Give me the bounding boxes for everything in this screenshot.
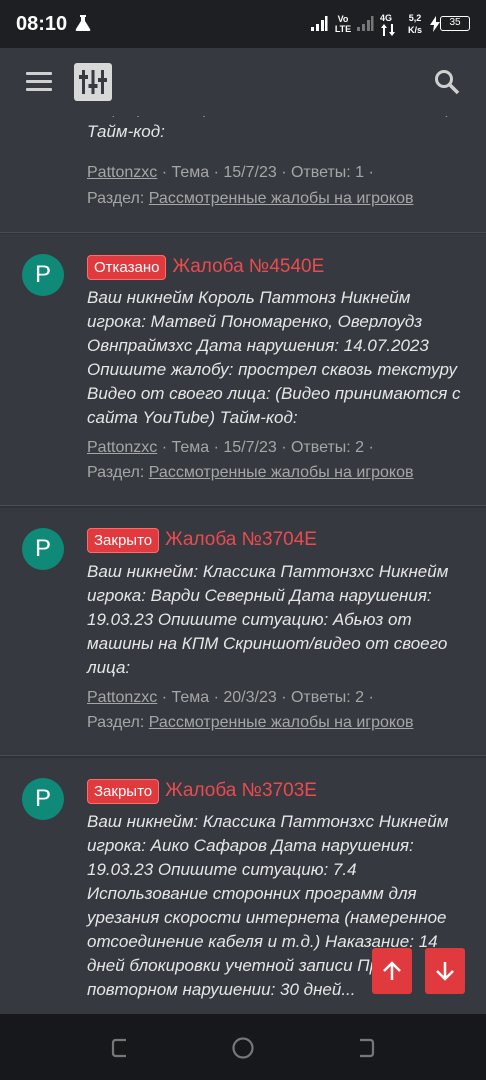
section-link[interactable]: Рассмотренные жалобы на игроков	[149, 190, 414, 207]
status-badge: Отказано	[87, 254, 167, 280]
thread-item[interactable]: P Закрыто Жалоба №3703Е Ваш никнейм: Кла…	[0, 758, 486, 1014]
thread-section: Раздел: Рассмотренные жалобы на игроков	[87, 190, 413, 208]
flask-icon	[75, 15, 91, 31]
thread-title-line: Закрыто Жалоба №3703Е	[87, 778, 317, 804]
speed-value: 5,2	[408, 13, 422, 23]
thread-section: Раздел: Рассмотренные жалобы на игроков	[87, 464, 413, 482]
section-link[interactable]: Рассмотренные жалобы на игроков	[149, 714, 414, 731]
speed-unit: K/s	[407, 25, 422, 35]
arrow-up-icon	[383, 961, 401, 980]
thread-snippet: лица: (Видео принимаются с сайта YouTube…	[87, 116, 453, 141]
home-icon[interactable]	[231, 1036, 255, 1060]
thread-title[interactable]: Жалоба №4540Е	[172, 256, 324, 278]
status-badge: Закрыто	[87, 778, 160, 804]
recents-icon[interactable]	[110, 1036, 134, 1060]
data-arrows-icon	[381, 24, 395, 36]
section-label: Раздел:	[87, 464, 145, 481]
author-link[interactable]: Pattonzxc	[87, 689, 157, 706]
avatar[interactable]: P	[22, 778, 64, 820]
scroll-up-button[interactable]	[372, 948, 412, 994]
app-bar	[0, 48, 486, 116]
status-time: 08:10	[16, 13, 68, 35]
thread-item-partial[interactable]: лица: (Видео принимаются с сайта YouTube…	[0, 116, 486, 233]
thread-date: 20/3/23	[223, 689, 277, 706]
thread-date: 15/7/23	[223, 439, 277, 456]
back-icon[interactable]	[352, 1036, 376, 1060]
section-label: Раздел:	[87, 190, 145, 207]
section-link[interactable]: Рассмотренные жалобы на игроков	[149, 464, 414, 481]
thread-item[interactable]: P Отказано Жалоба №4540Е Ваш никнейм Кор…	[0, 234, 486, 506]
system-nav-bar	[0, 1014, 486, 1080]
author-link[interactable]: Pattonzxc	[87, 439, 157, 456]
thread-snippet: Ваш никнейм: Классика Паттонзхс Никнейм …	[87, 562, 449, 677]
section-label: Раздел:	[87, 714, 145, 731]
thread-replies: Ответы: 2	[290, 439, 365, 456]
battery-icon: 35	[440, 16, 470, 31]
thread-title-line: Закрыто Жалоба №3704Е	[87, 527, 317, 553]
thread-title[interactable]: Жалоба №3704Е	[165, 529, 317, 551]
hamburger-icon[interactable]	[26, 72, 52, 92]
equalizer-sliders-icon[interactable]	[74, 63, 112, 101]
scroll-down-button[interactable]	[425, 948, 465, 994]
signal-icon-2	[357, 16, 374, 31]
thread-replies: Ответы: 2	[290, 689, 365, 706]
status-bar: 08:10 Vo LTE 4G 5,2 K/s 35	[0, 0, 486, 48]
thread-meta: Pattonzxc · Тема · 15/7/23 · Ответы: 1 ·	[87, 164, 374, 181]
status-badge: Закрыто	[87, 527, 160, 553]
thread-meta: Pattonzxc · Тема · 20/3/23 · Ответы: 2 ·	[87, 689, 374, 706]
thread-meta: Pattonzxc · Тема · 15/7/23 · Ответы: 2 ·	[87, 439, 374, 456]
thread-title-line: Отказано Жалоба №4540Е	[87, 254, 324, 280]
avatar[interactable]: P	[22, 528, 64, 570]
thread-type: Тема	[171, 689, 210, 706]
avatar[interactable]: P	[22, 254, 64, 296]
thread-type: Тема	[171, 439, 210, 456]
thread-replies: Ответы: 1	[290, 164, 365, 181]
arrow-down-icon	[436, 962, 454, 981]
thread-title[interactable]: Жалоба №3703Е	[165, 780, 317, 802]
signal-icon	[311, 16, 328, 31]
thread-section: Раздел: Рассмотренные жалобы на игроков	[87, 714, 413, 732]
network-type: 4G	[379, 13, 392, 23]
volte-label: Vo LTE	[334, 14, 352, 34]
search-icon[interactable]	[434, 69, 460, 95]
thread-date: 15/7/23	[223, 164, 277, 181]
thread-snippet: Ваш никнейм Король Паттонз Никнейм игрок…	[87, 288, 461, 427]
thread-list: лица: (Видео принимаются с сайта YouTube…	[0, 116, 486, 1014]
thread-item[interactable]: P Закрыто Жалоба №3704Е Ваш никнейм: Кла…	[0, 508, 486, 756]
author-link[interactable]: Pattonzxc	[87, 164, 157, 181]
thread-type: Тема	[171, 164, 210, 181]
charging-icon	[430, 16, 440, 32]
